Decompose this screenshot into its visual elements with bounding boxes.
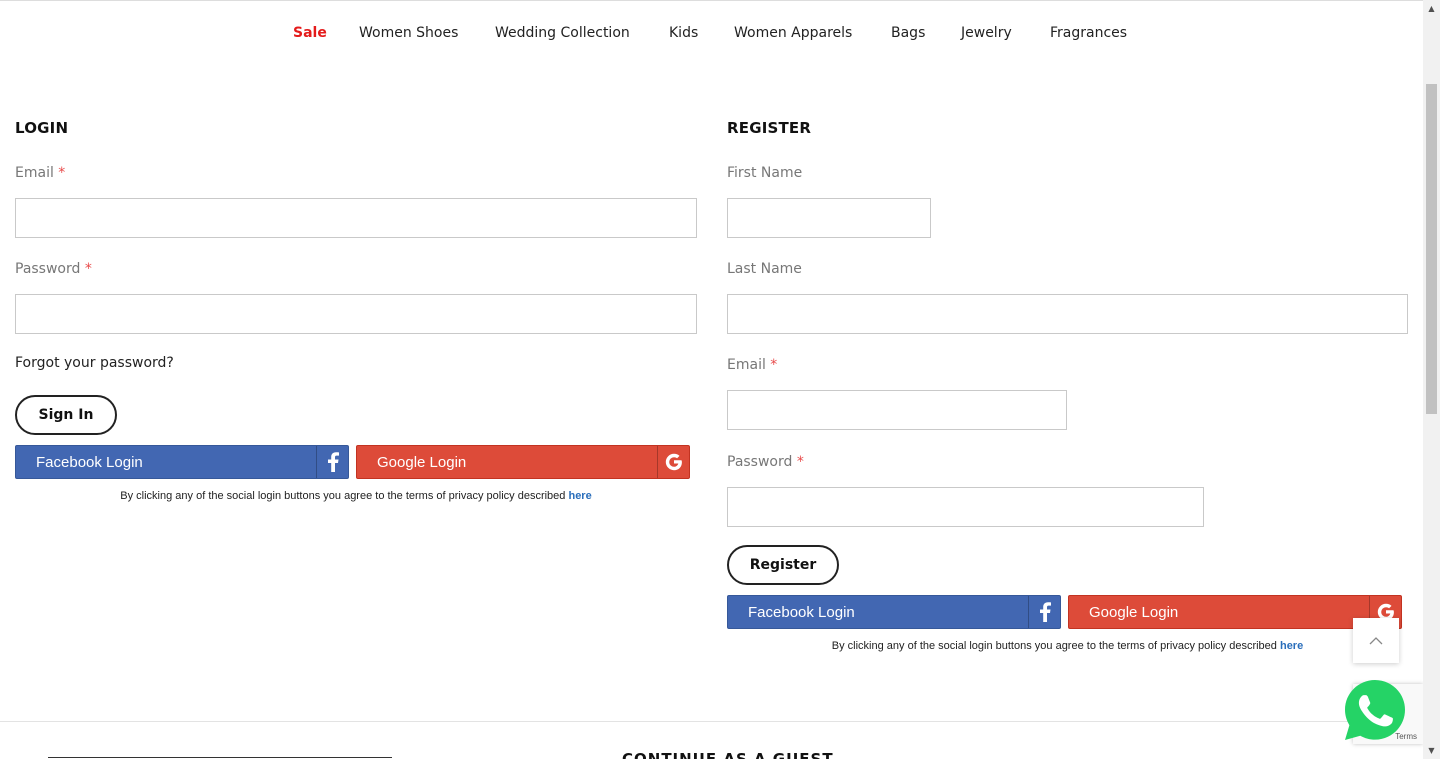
- nav-item-women-apparels[interactable]: Women Apparels: [734, 22, 852, 44]
- section-divider: [0, 721, 1423, 722]
- first-name-input[interactable]: [727, 198, 931, 238]
- required-mark: *: [796, 454, 804, 470]
- page-scrollbar[interactable]: ▲ ▼: [1423, 0, 1440, 759]
- google-button-label: Google Login: [1089, 603, 1179, 621]
- main-nav: Sale Women Shoes Wedding Collection Kids…: [0, 22, 1423, 44]
- login-privacy-link[interactable]: here: [568, 490, 591, 502]
- facebook-button-label: Facebook Login: [748, 603, 855, 621]
- nav-item-sale[interactable]: Sale: [293, 22, 327, 44]
- register-email-input[interactable]: [727, 390, 1067, 430]
- nav-item-women-shoes[interactable]: Women Shoes: [359, 22, 458, 44]
- facebook-icon: [1028, 596, 1060, 628]
- register-password-input[interactable]: [727, 487, 1204, 527]
- scrollbar-thumb[interactable]: [1426, 84, 1437, 414]
- register-google-button[interactable]: Google Login: [1068, 595, 1402, 629]
- login-password-label-text: Password: [15, 261, 81, 277]
- required-mark: *: [770, 357, 778, 373]
- facebook-icon: [316, 446, 348, 478]
- login-social-note-text: By clicking any of the social login butt…: [120, 490, 566, 502]
- sign-in-button[interactable]: Sign In: [15, 395, 117, 435]
- register-button[interactable]: Register: [727, 545, 839, 585]
- facebook-button-label: Facebook Login: [36, 453, 143, 471]
- scroll-down-arrow-icon[interactable]: ▼: [1423, 742, 1440, 759]
- login-social-note: By clicking any of the social login butt…: [15, 490, 697, 502]
- login-facebook-button[interactable]: Facebook Login: [15, 445, 349, 479]
- guest-title: CONTINUE AS A GUEST: [622, 750, 834, 759]
- login-email-label: Email *: [15, 165, 65, 181]
- login-email-input[interactable]: [15, 198, 697, 238]
- nav-item-wedding-collection[interactable]: Wedding Collection: [495, 22, 630, 44]
- guest-rule-left: [48, 757, 392, 758]
- nav-item-kids[interactable]: Kids: [669, 22, 698, 44]
- whatsapp-button[interactable]: [1343, 678, 1407, 742]
- chevron-up-icon: [1369, 636, 1383, 644]
- register-password-label: Password *: [727, 454, 804, 470]
- last-name-input[interactable]: [727, 294, 1408, 334]
- whatsapp-icon: [1345, 680, 1405, 740]
- nav-item-bags[interactable]: Bags: [891, 22, 925, 44]
- login-password-input[interactable]: [15, 294, 697, 334]
- google-button-label: Google Login: [377, 453, 467, 471]
- register-email-label: Email *: [727, 357, 777, 373]
- forgot-password-link[interactable]: Forgot your password?: [15, 355, 174, 371]
- top-divider: [0, 0, 1423, 1]
- google-icon: [657, 446, 689, 478]
- login-password-label: Password *: [15, 261, 92, 277]
- login-title: LOGIN: [15, 119, 69, 137]
- login-email-label-text: Email: [15, 165, 54, 181]
- back-to-top-button[interactable]: [1353, 618, 1399, 663]
- register-social-note-text: By clicking any of the social login butt…: [831, 640, 1277, 652]
- login-google-button[interactable]: Google Login: [356, 445, 690, 479]
- first-name-label: First Name: [727, 165, 803, 181]
- register-privacy-link[interactable]: here: [1280, 640, 1303, 652]
- register-password-label-text: Password: [727, 454, 793, 470]
- last-name-label: Last Name: [727, 261, 802, 277]
- scroll-up-arrow-icon[interactable]: ▲: [1423, 0, 1440, 17]
- required-mark: *: [58, 165, 66, 181]
- register-email-label-text: Email: [727, 357, 766, 373]
- register-social-note: By clicking any of the social login butt…: [727, 640, 1408, 652]
- register-facebook-button[interactable]: Facebook Login: [727, 595, 1061, 629]
- nav-item-fragrances[interactable]: Fragrances: [1050, 22, 1127, 44]
- register-title: REGISTER: [727, 119, 812, 137]
- nav-item-jewelry[interactable]: Jewelry: [961, 22, 1012, 44]
- required-mark: *: [84, 261, 92, 277]
